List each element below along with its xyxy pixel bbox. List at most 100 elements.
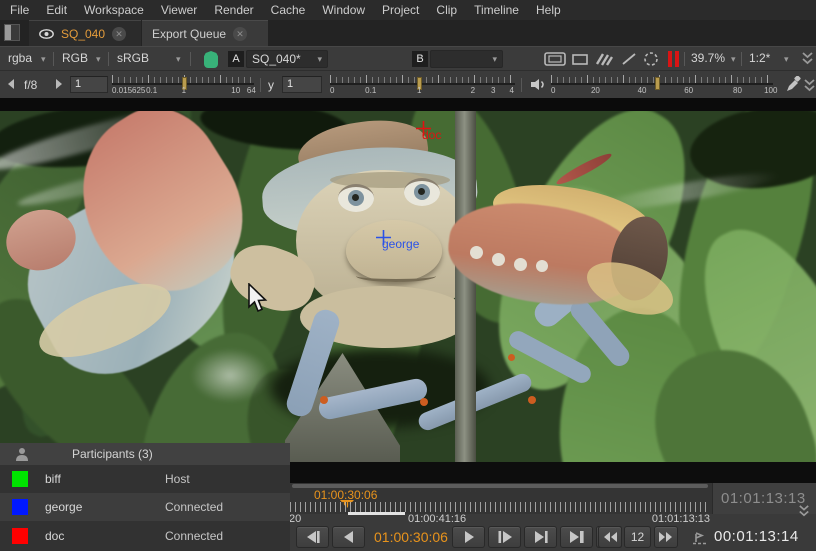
participants-header[interactable]: Participants (3) (0, 443, 290, 465)
tab-sq040[interactable]: SQ_040 ✕ (29, 20, 141, 46)
gamma-scale-label: 0 (330, 86, 334, 95)
volume-scale-label: 40 (638, 86, 647, 95)
gate-display-icon[interactable] (544, 52, 566, 66)
ruler-label-mid: 01:00:41:16 (408, 513, 466, 525)
participant-row[interactable]: biff Host (0, 465, 290, 493)
proxy-dropdown[interactable]: 1:2* (749, 51, 770, 65)
tab-label: Export Queue (152, 27, 226, 41)
volume-slider[interactable]: 0 20 40 60 80 100 (551, 77, 773, 95)
menu-help[interactable]: Help (536, 3, 561, 17)
gamma-scale-label: 3 (491, 86, 495, 95)
pause-render-button[interactable] (668, 51, 680, 67)
display-channel-dropdown[interactable]: RGB (62, 51, 88, 65)
volume-scale-label: 60 (684, 86, 693, 95)
participant-status: Connected (165, 500, 223, 514)
collapse-chevrons-icon[interactable] (797, 504, 811, 518)
pane-layout-icon[interactable] (4, 24, 20, 41)
gamma-slider[interactable]: 0 0.1 1 2 3 4 (330, 77, 515, 95)
zoom-level-dropdown[interactable]: 39.7% (691, 51, 725, 65)
participant-color-swatch (12, 471, 28, 487)
menu-clip[interactable]: Clip (436, 3, 457, 17)
roi-icon[interactable] (643, 51, 659, 67)
volume-scale-label: 20 (591, 86, 600, 95)
menu-render[interactable]: Render (214, 3, 253, 17)
fast-forward-button[interactable] (654, 526, 678, 548)
menu-cache[interactable]: Cache (271, 3, 306, 17)
rewind-button[interactable] (598, 526, 622, 548)
app-window: File Edit Workspace Viewer Render Cache … (0, 0, 816, 551)
person-icon (14, 447, 30, 462)
next-edit-button[interactable] (524, 526, 557, 548)
gain-slider[interactable]: 0.015625 0.1 1 10 64 (112, 77, 254, 95)
fstop-decrease-button[interactable] (8, 79, 14, 89)
chevron-down-icon: ▾ (784, 54, 789, 65)
viewer-controls-bar: f/8 1 0.015625 0.1 1 10 64 y 1 0 0.1 1 2… (0, 70, 816, 98)
gamma-input[interactable]: 1 (282, 76, 322, 93)
chevron-down-icon: ▾ (41, 54, 46, 65)
pointer-label: george (382, 237, 419, 251)
buffer-b-label[interactable]: B (412, 51, 428, 67)
step-forward-button[interactable] (488, 526, 521, 548)
eyedropper-icon[interactable] (786, 76, 801, 92)
channels-dropdown[interactable]: rgba (8, 51, 32, 65)
play-forward-button[interactable] (452, 526, 485, 548)
participant-status: Connected (165, 529, 223, 543)
chevron-down-icon: ▾ (731, 54, 736, 65)
participant-row[interactable]: doc Connected (0, 521, 290, 551)
mask-icon[interactable] (572, 54, 588, 65)
menu-workspace[interactable]: Workspace (84, 3, 144, 17)
participants-panel: Participants (3) biff Host george Connec… (0, 443, 290, 551)
menu-project[interactable]: Project (382, 3, 419, 17)
buffer-a-input-dropdown[interactable]: SQ_040* ▾ (246, 50, 328, 68)
wipe-line-icon[interactable] (621, 52, 637, 66)
menu-viewer[interactable]: Viewer (161, 3, 197, 17)
tab-close-icon[interactable]: ✕ (233, 27, 247, 41)
participant-name: george (45, 500, 165, 514)
menu-window[interactable]: Window (322, 3, 365, 17)
menu-edit[interactable]: Edit (46, 3, 67, 17)
fstop-increase-button[interactable] (56, 79, 62, 89)
eye-icon (39, 29, 54, 39)
ruler-ticks (290, 502, 708, 512)
duration-timecode: 00:01:13:14 (714, 528, 799, 545)
tab-close-icon[interactable]: ✕ (112, 27, 126, 41)
transport-timecode: 01:00:30:06 (374, 529, 448, 545)
participant-status: Host (165, 472, 190, 486)
mouse-cursor (246, 283, 268, 313)
range-marker-icon[interactable] (692, 530, 710, 546)
go-to-end-button[interactable] (560, 526, 593, 548)
pointer-george: george (375, 229, 392, 249)
play-backward-button[interactable] (332, 526, 365, 548)
colorspace-dropdown[interactable]: sRGB (117, 51, 149, 65)
viewer-image (0, 98, 816, 462)
session-tag-icon[interactable] (204, 51, 218, 68)
gain-scale-label: 10 (231, 86, 240, 95)
gain-input[interactable]: 1 (70, 76, 108, 93)
tab-bar: SQ_040 ✕ Export Queue ✕ (0, 20, 816, 46)
menu-timeline[interactable]: Timeline (474, 3, 519, 17)
volume-slider-handle[interactable] (655, 77, 660, 90)
volume-scale-label: 80 (733, 86, 742, 95)
gamma-label: y (268, 78, 274, 92)
collapse-chevrons-icon[interactable] (801, 51, 814, 66)
chevron-down-icon: ▾ (176, 54, 181, 65)
gamma-scale-label: 0.1 (365, 86, 376, 95)
menu-file[interactable]: File (10, 3, 29, 17)
gain-scale-label: 0.015625 (112, 86, 145, 95)
out-timecode: 01:01:13:13 (721, 490, 806, 507)
buffer-b-input-dropdown[interactable]: ▾ (430, 50, 503, 68)
fps-input[interactable]: 12 (624, 526, 651, 548)
participant-row[interactable]: george Connected (0, 493, 290, 521)
transport-controls: 01:00:30:06 O (288, 526, 816, 551)
menu-bar: File Edit Workspace Viewer Render Cache … (0, 0, 816, 20)
viewer-canvas[interactable]: doc george (0, 98, 816, 462)
gamma-scale-label: 1 (417, 86, 421, 95)
wipe-stripes-icon[interactable] (595, 52, 613, 66)
ruler-labels: 20 01:00:41:16 01:01:13:13 (288, 513, 712, 527)
timeline-ruler[interactable]: 01:00:30:06 (288, 483, 712, 514)
buffer-a-label[interactable]: A (228, 51, 244, 67)
prev-frame-button[interactable] (296, 526, 329, 548)
speaker-icon[interactable] (530, 78, 546, 91)
tab-export-queue[interactable]: Export Queue ✕ (142, 20, 268, 46)
collapse-chevrons-icon[interactable] (803, 78, 816, 93)
